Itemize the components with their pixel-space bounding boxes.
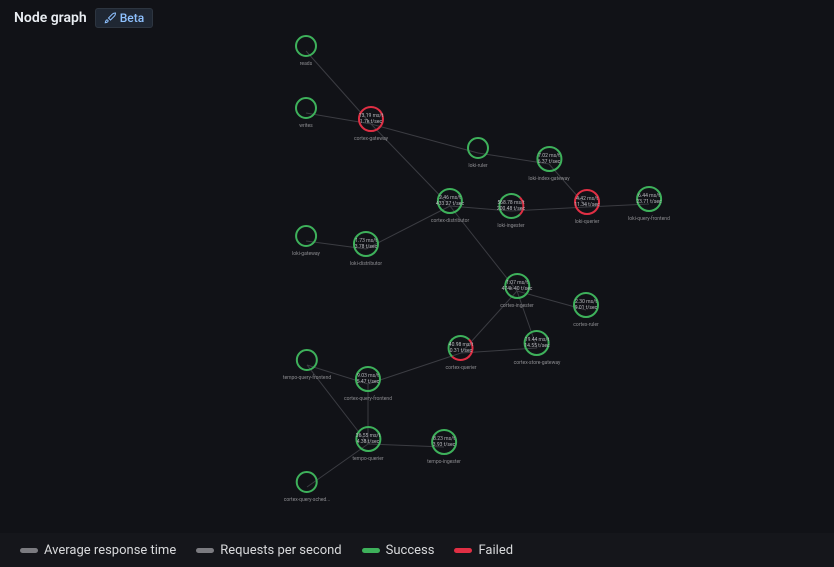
node-tempo-querier[interactable]: 36.55 ms/t 4.38 t/sec tempo-querier (352, 426, 383, 462)
node-cortex-querier[interactable]: 40.98 ms/t 0.31 t/sec cortex-querier (446, 335, 477, 371)
legend-failed: Failed (454, 543, 513, 558)
node-stat2: 433.27 t/sec (436, 201, 464, 207)
node-ring (296, 471, 318, 493)
swatch-gray (20, 548, 38, 553)
node-stat2: 14.55 t/sec (524, 343, 549, 349)
node-stat2: 4.38 t/sec (357, 439, 380, 445)
node-label: cortex-gateway (354, 136, 388, 142)
node-label: loki-distributor (350, 261, 382, 267)
node-label: loki-ruler (467, 163, 489, 169)
node-reads[interactable]: reads (295, 35, 317, 67)
node-label: loki-ingester (497, 223, 524, 229)
node-ring: 568.78 ms/t 200.48 t/sec (498, 193, 524, 219)
node-stat2: 200.48 t/sec (497, 206, 525, 212)
node-cortex-query-frontend[interactable]: 9.03 ms/t 5.47 t/sec cortex-query-fronte… (344, 366, 392, 402)
node-ring: 2.30 ms/t 9.01 t/sec (573, 292, 599, 318)
node-label: tempo-query-frontend (283, 375, 331, 381)
node-ring: 6.44 ms/t 23.71 t/sec (636, 186, 662, 212)
node-cortex-query-sched[interactable]: cortex-query-sched... (284, 471, 331, 503)
node-stat2: 6.37 t/sec (538, 159, 561, 165)
node-ring (295, 35, 317, 57)
node-ring: 1.73 ms/t 3.78 t/sec (353, 231, 379, 257)
node-label: cortex-store-gateway (514, 360, 561, 366)
node-stat2: 1.7k t/sec (360, 119, 382, 125)
legend-success: Success (362, 543, 435, 558)
node-cortex-distributor[interactable]: 2.46 ms/t 433.27 t/sec cortex-distributo… (431, 188, 469, 224)
node-cortex-store-gateway[interactable]: 19.44 ms/t 14.55 t/sec cortex-store-gate… (514, 330, 561, 366)
node-cortex-ingester[interactable]: 1.07 ms/t 474k-40 t/sec cortex-ingester (500, 273, 533, 309)
node-loki-gateway[interactable]: loki-gateway (292, 225, 320, 257)
node-ring: 9.03 ms/t 5.47 t/sec (355, 366, 381, 392)
node-ring: 19.44 ms/t 14.55 t/sec (524, 330, 550, 356)
node-tempo-ingester[interactable]: 8.23 ms/t 3.93 t/sec tempo-ingester (427, 429, 461, 465)
node-loki-index-gateway[interactable]: 7.02 ms/t 6.37 t/sec loki-index-gateway (528, 146, 569, 182)
node-label: cortex-query-frontend (344, 396, 392, 402)
node-label: loki-querier (574, 219, 600, 225)
node-ring: 40.98 ms/t 0.31 t/sec (448, 335, 474, 361)
node-label: cortex-distributor (431, 218, 469, 224)
node-label: cortex-ingester (500, 303, 533, 309)
node-cortex-gateway[interactable]: 13.19 ms/t 1.7k t/sec cortex-gateway (354, 106, 388, 142)
node-ring: 2.46 ms/t 433.27 t/sec (437, 188, 463, 214)
swatch-gray (196, 548, 214, 553)
node-ring (295, 225, 317, 247)
node-loki-ingester[interactable]: 568.78 ms/t 200.48 t/sec loki-ingester (497, 193, 524, 229)
node-stat2: 3.78 t/sec (355, 244, 378, 250)
node-label: cortex-query-sched... (284, 497, 331, 503)
node-tempo-query-frontend[interactable]: tempo-query-frontend (283, 349, 331, 381)
node-label: loki-query-frontend (628, 216, 670, 222)
node-ring (467, 137, 489, 159)
node-ring (296, 349, 318, 371)
node-cortex-ruler[interactable]: 2.30 ms/t 9.01 t/sec cortex-ruler (573, 292, 599, 328)
node-label: reads (295, 61, 317, 67)
node-ring (295, 97, 317, 119)
node-label: writes (295, 123, 317, 129)
node-label: tempo-ingester (427, 459, 461, 465)
node-stat2: 3.93 t/sec (433, 442, 456, 448)
node-writes[interactable]: writes (295, 97, 317, 129)
node-label: cortex-querier (446, 365, 477, 371)
node-label: loki-gateway (292, 251, 320, 257)
node-graph-canvas[interactable]: reads writes 13.19 ms/t 1.7k t/sec corte… (0, 0, 834, 567)
swatch-green (362, 548, 380, 553)
node-label: cortex-ruler (573, 322, 599, 328)
swatch-red (454, 548, 472, 553)
node-stat2: 0.31 t/sec (450, 348, 473, 354)
node-stat2: 5.47 t/sec (357, 379, 380, 385)
legend-avg: Average response time (20, 543, 176, 558)
node-loki-querier[interactable]: 4.42 ms/t 11.34 t/sec loki-querier (574, 189, 600, 225)
node-ring: 8.23 ms/t 3.93 t/sec (431, 429, 457, 455)
legend-rps: Requests per second (196, 543, 341, 558)
node-ring: 36.55 ms/t 4.38 t/sec (355, 426, 381, 452)
node-loki-distributor[interactable]: 1.73 ms/t 3.78 t/sec loki-distributor (350, 231, 382, 267)
node-loki-query-frontend[interactable]: 6.44 ms/t 23.71 t/sec loki-query-fronten… (628, 186, 670, 222)
node-stat2: 474k-40 t/sec (502, 286, 533, 292)
node-label: loki-index-gateway (528, 176, 569, 182)
node-stat2: 9.01 t/sec (575, 305, 598, 311)
node-ring: 1.07 ms/t 474k-40 t/sec (504, 273, 530, 299)
node-loki-ruler[interactable]: loki-ruler (467, 137, 489, 169)
node-ring: 7.02 ms/t 6.37 t/sec (536, 146, 562, 172)
node-stat2: 11.34 t/sec (574, 202, 599, 208)
legend: Average response time Requests per secon… (0, 533, 834, 567)
node-stat2: 23.71 t/sec (636, 199, 661, 205)
node-label: tempo-querier (352, 456, 383, 462)
node-ring: 4.42 ms/t 11.34 t/sec (574, 189, 600, 215)
node-ring: 13.19 ms/t 1.7k t/sec (358, 106, 384, 132)
